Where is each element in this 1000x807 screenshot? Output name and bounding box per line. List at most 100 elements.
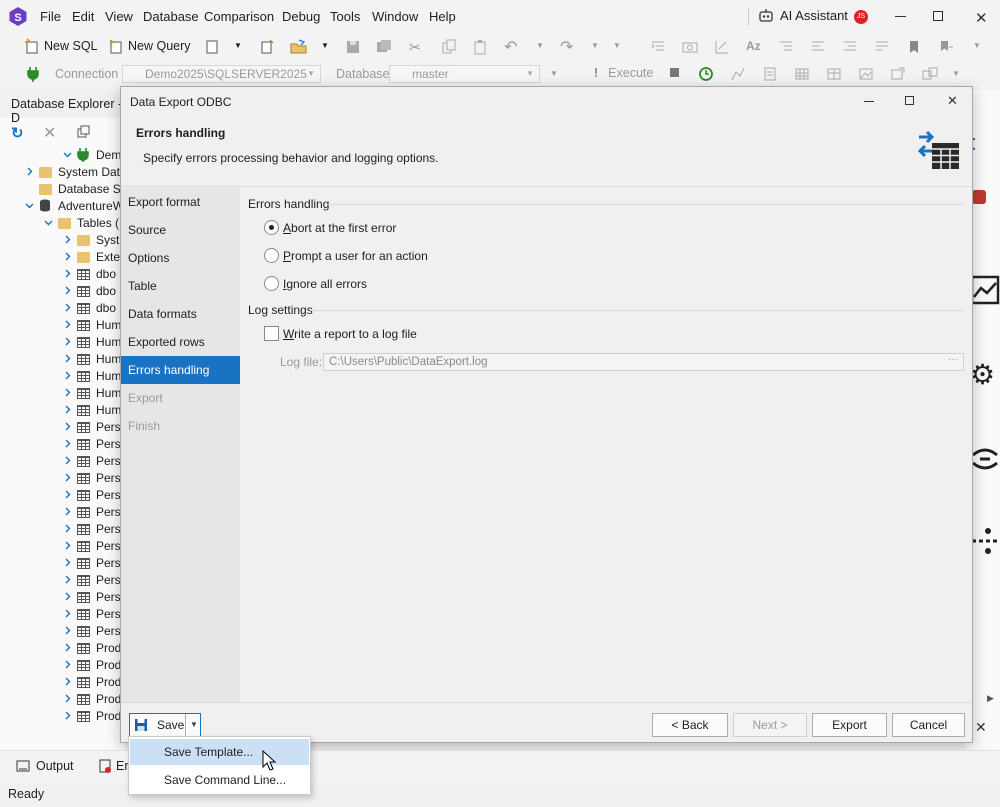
- chevron-right-icon[interactable]: [63, 626, 71, 635]
- chevron-right-icon[interactable]: [25, 167, 33, 176]
- menu-window[interactable]: Window: [372, 9, 418, 24]
- menu-database[interactable]: Database: [143, 9, 199, 24]
- save-split-button[interactable]: Save ▼: [129, 713, 201, 737]
- chevron-right-icon[interactable]: [63, 405, 71, 414]
- write-log-label[interactable]: Write a report to a log file: [283, 327, 417, 341]
- comment-icon[interactable]: [874, 39, 890, 55]
- prompt-label[interactable]: Prompt a user for an action: [283, 249, 428, 263]
- menu-comparison[interactable]: Comparison: [204, 9, 274, 24]
- tree-node[interactable]: Pers: [0, 470, 125, 487]
- abort-label[interactable]: Abort at the first error: [283, 221, 396, 235]
- tree-node[interactable]: Hum: [0, 368, 125, 385]
- chevron-down-icon[interactable]: ▼: [190, 714, 198, 736]
- tree-node[interactable]: Hum: [0, 385, 125, 402]
- chevron-right-icon[interactable]: [63, 456, 71, 465]
- ignore-label[interactable]: Ignore all errors: [283, 277, 367, 291]
- align-icon[interactable]: [810, 39, 826, 55]
- tree-node[interactable]: Prod: [0, 674, 125, 691]
- tree-node[interactable]: Pers: [0, 521, 125, 538]
- indent-icon[interactable]: [778, 39, 794, 55]
- chevron-right-icon[interactable]: [63, 235, 71, 244]
- chevron-right-icon[interactable]: [63, 269, 71, 278]
- new-file-icon[interactable]: [259, 39, 275, 55]
- tree-node[interactable]: Prod: [0, 708, 125, 725]
- new-document-icon[interactable]: [204, 39, 220, 55]
- tree-node[interactable]: dbo: [0, 266, 125, 283]
- chevron-right-icon[interactable]: [63, 575, 71, 584]
- redo-icon[interactable]: ↷: [560, 37, 576, 56]
- nav-table[interactable]: Table: [121, 272, 240, 300]
- tree-node[interactable]: System Data: [0, 164, 125, 181]
- query-plan-icon[interactable]: [730, 66, 746, 82]
- tree-node[interactable]: Pers: [0, 538, 125, 555]
- chevron-right-icon[interactable]: [63, 252, 71, 261]
- write-log-checkbox[interactable]: [264, 326, 279, 341]
- menu-edit[interactable]: Edit: [72, 9, 94, 24]
- tree-node[interactable]: Pers: [0, 453, 125, 470]
- undo-icon[interactable]: ↶: [504, 37, 520, 56]
- tree-node[interactable]: Hum: [0, 402, 125, 419]
- collapse-icon[interactable]: [77, 125, 93, 141]
- chevron-right-icon[interactable]: [63, 422, 71, 431]
- tree-node[interactable]: Pers: [0, 419, 125, 436]
- tree-node[interactable]: Database Sn: [0, 181, 125, 198]
- history-icon[interactable]: [698, 66, 714, 82]
- dialog-minimize-icon[interactable]: [864, 101, 874, 102]
- stop-icon[interactable]: [670, 68, 679, 77]
- chevron-right-icon[interactable]: [63, 439, 71, 448]
- outdent-icon[interactable]: [650, 39, 666, 55]
- chevron-right-icon[interactable]: [63, 711, 71, 720]
- tree-node[interactable]: Pers: [0, 572, 125, 589]
- plug-icon[interactable]: [25, 66, 41, 82]
- export-button[interactable]: Export: [812, 713, 887, 737]
- database-combobox[interactable]: master ▼: [389, 65, 540, 83]
- chevron-right-icon[interactable]: [63, 592, 71, 601]
- chevron-down-icon[interactable]: [63, 150, 72, 158]
- menu-help[interactable]: Help: [429, 9, 456, 24]
- delete-icon[interactable]: ✕: [43, 123, 59, 142]
- maximize-icon[interactable]: [933, 11, 943, 21]
- nav-exported-rows[interactable]: Exported rows: [121, 328, 240, 356]
- document-list-icon[interactable]: [762, 66, 778, 82]
- menu-file[interactable]: File: [40, 9, 61, 24]
- image-icon[interactable]: [858, 66, 874, 82]
- dialog-maximize-icon[interactable]: [905, 96, 914, 105]
- chevron-down-icon[interactable]: ▼: [952, 69, 968, 85]
- chevron-right-icon[interactable]: [63, 371, 71, 380]
- output-tab[interactable]: Output: [16, 759, 74, 773]
- chevron-right-icon[interactable]: [63, 694, 71, 703]
- user-avatar[interactable]: JS: [854, 10, 868, 24]
- text-case-icon[interactable]: Aᴢ: [746, 39, 762, 55]
- tree-node[interactable]: Pers: [0, 436, 125, 453]
- chevron-down-icon[interactable]: ▼: [550, 69, 566, 85]
- tree-node[interactable]: dbo: [0, 283, 125, 300]
- chevron-down-icon[interactable]: ▼: [613, 41, 629, 57]
- tree-node[interactable]: Prod: [0, 657, 125, 674]
- browse-icon[interactable]: ···: [948, 352, 958, 368]
- tree-node[interactable]: AdventureW: [0, 198, 125, 215]
- chevron-right-icon[interactable]: [63, 286, 71, 295]
- chevron-right-icon[interactable]: [63, 473, 71, 482]
- nav-source[interactable]: Source: [121, 216, 240, 244]
- chevron-down-icon[interactable]: ▼: [973, 41, 989, 57]
- prompt-radio[interactable]: [264, 248, 279, 263]
- cancel-button[interactable]: Cancel: [892, 713, 965, 737]
- ai-assistant-button[interactable]: AI Assistant: [758, 8, 848, 23]
- back-button[interactable]: < Back: [652, 713, 728, 737]
- app-logo-icon[interactable]: S: [8, 6, 28, 27]
- chevron-right-icon[interactable]: [63, 303, 71, 312]
- tree-node[interactable]: Demo2025\SQLS: [0, 147, 125, 164]
- chevron-right-icon[interactable]: [63, 388, 71, 397]
- chevron-right-icon[interactable]: [63, 524, 71, 533]
- chevron-right-icon[interactable]: [63, 609, 71, 618]
- chevron-down-icon[interactable]: ▼: [321, 41, 337, 57]
- chevron-down-icon[interactable]: ▼: [234, 41, 250, 57]
- tree-node[interactable]: Prod: [0, 640, 125, 657]
- execute-button[interactable]: ! Execute: [594, 66, 653, 80]
- nav-errors-handling[interactable]: Errors handling: [121, 356, 240, 384]
- close-icon[interactable]: ✕: [975, 9, 988, 27]
- tree-node[interactable]: Pers: [0, 623, 125, 640]
- copy-icon[interactable]: [441, 39, 457, 55]
- menu-debug[interactable]: Debug: [282, 9, 320, 24]
- tree-node[interactable]: Pers: [0, 589, 125, 606]
